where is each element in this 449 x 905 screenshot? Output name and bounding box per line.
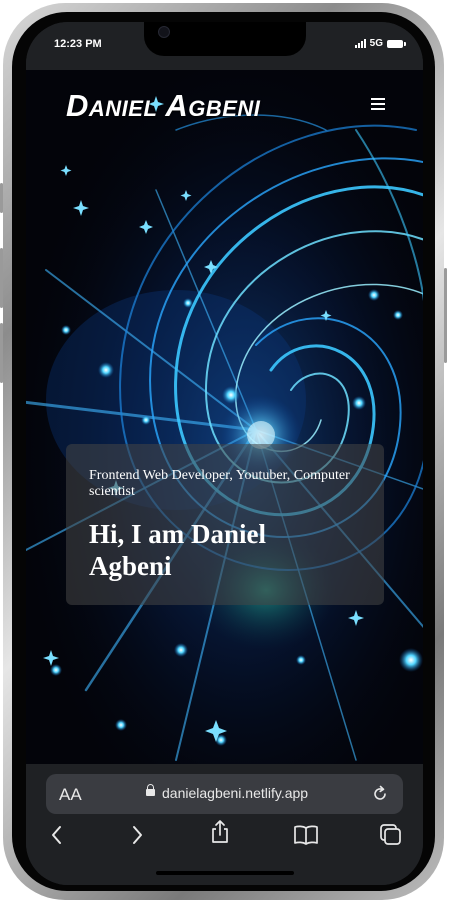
forward-icon[interactable]	[124, 822, 150, 848]
text-size-button[interactable]: AA	[59, 785, 82, 805]
back-icon[interactable]	[44, 822, 70, 848]
status-time: 12:23 PM	[54, 38, 102, 50]
hero-tagline: Frontend Web Developer, Youtuber, Comput…	[89, 468, 350, 499]
network-type: 5G	[369, 38, 383, 49]
share-icon[interactable]	[207, 819, 233, 845]
volume-down-button	[0, 323, 3, 383]
neon-swirl-background	[26, 70, 423, 764]
tabs-icon[interactable]	[378, 822, 404, 848]
browser-toolbar	[26, 819, 423, 852]
status-indicators: 5G	[354, 38, 406, 49]
reload-icon[interactable]	[371, 785, 389, 803]
power-button	[444, 268, 447, 363]
browser-bottom-bar: AA danielagbeni.netlify.app	[26, 764, 423, 885]
status-bar: 12:23 PM 5G	[26, 22, 423, 70]
lock-icon	[146, 784, 155, 796]
phone-screen: 12:23 PM 5G Daniel Agbeni Frontend Web D…	[26, 22, 423, 885]
hero-heading: Hi, I am Daniel Agbeni	[89, 519, 267, 581]
battery-icon	[387, 39, 406, 48]
hamburger-menu-icon[interactable]	[371, 98, 385, 110]
front-camera	[158, 26, 170, 38]
book-icon[interactable]	[293, 822, 319, 848]
home-indicator	[156, 871, 294, 875]
hero-section: Daniel Agbeni Frontend Web Developer, Yo…	[26, 70, 423, 764]
text-size-label: AA	[59, 785, 82, 804]
url-text[interactable]: danielagbeni.netlify.app	[162, 785, 308, 801]
action-button	[0, 183, 3, 213]
hero-card: Frontend Web Developer, Youtuber, Comput…	[66, 444, 384, 605]
dynamic-island	[144, 22, 306, 56]
site-brand-logo[interactable]: Daniel Agbeni	[66, 88, 260, 124]
volume-up-button	[0, 248, 3, 308]
signal-icon	[354, 39, 366, 48]
address-bar[interactable]: AA danielagbeni.netlify.app	[46, 774, 403, 814]
